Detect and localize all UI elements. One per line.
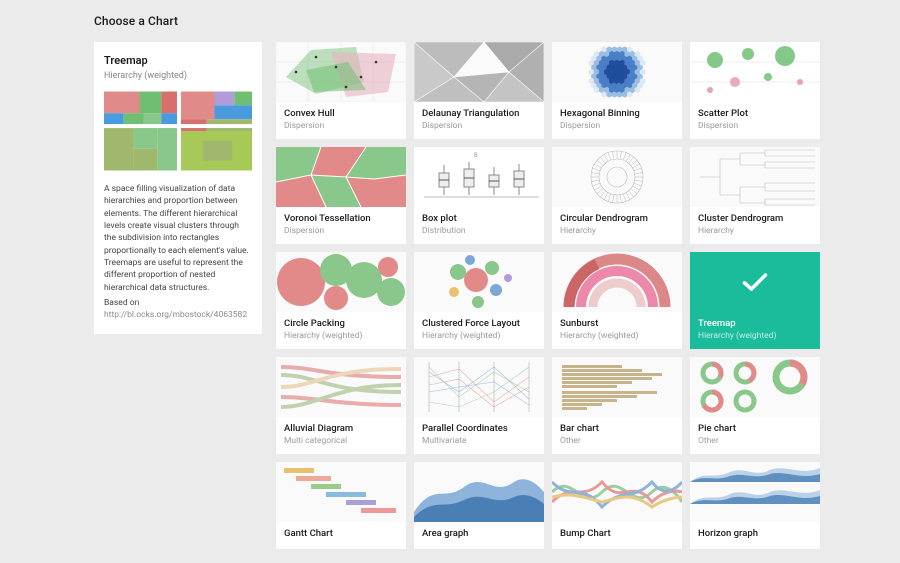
chart-card-bump[interactable]: Bump Chart — [552, 462, 682, 549]
chart-card-title: Convex Hull — [284, 108, 398, 119]
chart-card-title: Cluster Dendrogram — [698, 213, 812, 224]
chart-card-alluvial[interactable]: Alluvial Diagram Multi categorical — [276, 357, 406, 454]
detail-panel: Treemap Hierarchy (weighted) — [94, 42, 262, 334]
chart-thumbnail — [276, 42, 406, 102]
chart-card-scatter[interactable]: Scatter Plot Dispersion — [690, 42, 820, 139]
chart-card-delaunay[interactable]: Delaunay Triangulation Dispersion — [414, 42, 544, 139]
chart-card-subtitle: Other — [698, 436, 812, 446]
chart-card-horizon[interactable]: Horizon graph — [690, 462, 820, 549]
detail-title: Treemap — [104, 54, 252, 67]
chart-card-subtitle: Hierarchy (weighted) — [284, 331, 398, 341]
chart-thumbnail — [276, 252, 406, 312]
chart-card-title: Hexagonal Binning — [560, 108, 674, 119]
chart-card-title: Gantt Chart — [284, 528, 398, 539]
chart-card-clustdendro[interactable]: Cluster Dendrogram Hierarchy — [690, 147, 820, 244]
chart-thumbnail — [552, 42, 682, 102]
chart-card-title: Delaunay Triangulation — [422, 108, 536, 119]
chart-card-title: Treemap — [698, 318, 812, 329]
chart-thumbnail — [690, 252, 820, 312]
detail-thumbnail — [104, 91, 252, 171]
detail-source-link[interactable]: http://bl.ocks.org/mbostock/4063582 — [104, 310, 247, 320]
chart-card-title: Horizon graph — [698, 528, 812, 539]
chart-thumbnail — [552, 462, 682, 522]
chart-card-sunburst[interactable]: Sunburst Hierarchy (weighted) — [552, 252, 682, 349]
chart-card-area[interactable]: Area graph — [414, 462, 544, 549]
chart-thumbnail — [690, 147, 820, 207]
chart-card-convexhull[interactable]: Convex Hull Dispersion — [276, 42, 406, 139]
chart-card-title: Circular Dendrogram — [560, 213, 674, 224]
chart-card-force[interactable]: Clustered Force Layout Hierarchy (weighte… — [414, 252, 544, 349]
chart-card-title: Bar chart — [560, 423, 674, 434]
chart-thumbnail — [414, 357, 544, 417]
chart-card-subtitle: Dispersion — [560, 121, 674, 131]
chart-thumbnail — [690, 357, 820, 417]
chart-card-subtitle: Hierarchy (weighted) — [698, 331, 812, 341]
chart-card-subtitle: Hierarchy (weighted) — [422, 331, 536, 341]
chart-thumbnail — [414, 42, 544, 102]
chart-card-subtitle: Multi categorical — [284, 436, 398, 446]
chart-thumbnail — [552, 252, 682, 312]
chart-thumbnail — [276, 357, 406, 417]
chart-card-title: Voronoi Tessellation — [284, 213, 398, 224]
chart-thumbnail — [276, 462, 406, 522]
page-title: Choose a Chart — [94, 14, 852, 28]
chart-thumbnail — [552, 147, 682, 207]
chart-card-subtitle: Dispersion — [422, 121, 536, 131]
chart-card-title: Area graph — [422, 528, 536, 539]
chart-card-title: Sunburst — [560, 318, 674, 329]
chart-thumbnail — [552, 357, 682, 417]
chart-grid: Convex Hull Dispersion Delaunay Triangula… — [276, 42, 820, 549]
chart-card-circlepack[interactable]: Circle Packing Hierarchy (weighted) — [276, 252, 406, 349]
chart-card-gantt[interactable]: Gantt Chart — [276, 462, 406, 549]
chart-card-piechart[interactable]: Pie chart Other — [690, 357, 820, 454]
chart-card-title: Parallel Coordinates — [422, 423, 536, 434]
chart-thumbnail — [414, 252, 544, 312]
chart-card-subtitle: Distribution — [422, 226, 536, 236]
chart-card-title: Bump Chart — [560, 528, 674, 539]
chart-card-title: Circle Packing — [284, 318, 398, 329]
chart-thumbnail — [690, 42, 820, 102]
detail-description: A space filling visualization of data hi… — [104, 183, 252, 294]
detail-based-label: Based on — [104, 298, 252, 308]
chart-card-title: Pie chart — [698, 423, 812, 434]
chart-thumbnail — [276, 147, 406, 207]
detail-subtitle: Hierarchy (weighted) — [104, 71, 252, 81]
chart-card-treemap[interactable]: Treemap Hierarchy (weighted) — [690, 252, 820, 349]
chart-card-parcoords[interactable]: Parallel Coordinates Multivariate — [414, 357, 544, 454]
chart-card-boxplot[interactable]: B Box plot Distribution — [414, 147, 544, 244]
chart-card-subtitle: Dispersion — [284, 121, 398, 131]
chart-card-subtitle: Multivariate — [422, 436, 536, 446]
chart-card-barchart[interactable]: Bar chart Other — [552, 357, 682, 454]
chart-thumbnail — [414, 462, 544, 522]
chart-card-subtitle: Other — [560, 436, 674, 446]
chart-card-title: Alluvial Diagram — [284, 423, 398, 434]
chart-card-subtitle: Dispersion — [284, 226, 398, 236]
chart-card-subtitle: Dispersion — [698, 121, 812, 131]
chart-card-title: Scatter Plot — [698, 108, 812, 119]
chart-card-subtitle: Hierarchy — [698, 226, 812, 236]
chart-card-hexbin[interactable]: Hexagonal Binning Dispersion — [552, 42, 682, 139]
chart-card-voronoi[interactable]: Voronoi Tessellation Dispersion — [276, 147, 406, 244]
chart-thumbnail: B — [414, 147, 544, 207]
chart-card-subtitle: Hierarchy — [560, 226, 674, 236]
chart-card-title: Box plot — [422, 213, 536, 224]
chart-thumbnail — [690, 462, 820, 522]
chart-card-title: Clustered Force Layout — [422, 318, 536, 329]
chart-card-subtitle: Hierarchy (weighted) — [560, 331, 674, 341]
svg-text:B: B — [474, 152, 478, 159]
chart-card-circdendro[interactable]: Circular Dendrogram Hierarchy — [552, 147, 682, 244]
